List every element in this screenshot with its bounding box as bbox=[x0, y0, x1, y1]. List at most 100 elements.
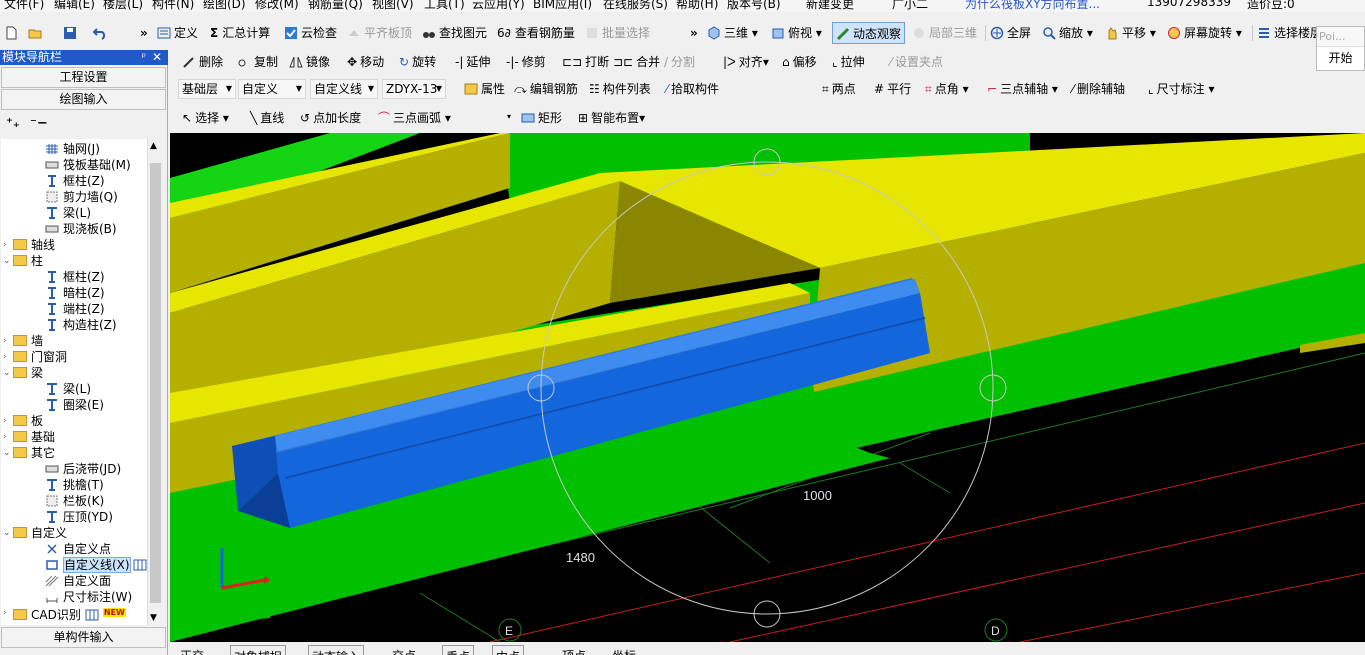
menu-edit[interactable]: 编辑(E) bbox=[54, 0, 95, 12]
ortho-toggle[interactable]: 正交 bbox=[180, 645, 204, 655]
coordinate-toggle[interactable]: 坐标 bbox=[612, 645, 636, 655]
collapse-chevron-icon[interactable]: ⌄ bbox=[3, 525, 11, 541]
component-name-select[interactable]: ZDYX-13 ▼ bbox=[382, 79, 446, 99]
menu-phone[interactable]: 13907298339 bbox=[1147, 0, 1231, 9]
dimension-dropdown[interactable]: ⌞ 尺寸标注 ▾ bbox=[1148, 78, 1214, 100]
expand-chevron-icon[interactable]: › bbox=[3, 429, 7, 445]
tree-item[interactable]: 轴网(J) bbox=[45, 141, 100, 157]
single-component-input-button[interactable]: 单构件输入 bbox=[1, 627, 166, 648]
collapse-chevron-icon[interactable]: ⌄ bbox=[3, 253, 11, 269]
new-file-icon[interactable] bbox=[4, 22, 21, 44]
pin-icon[interactable]: ᵖ bbox=[142, 50, 146, 65]
tree-item[interactable]: › 门窗洞 bbox=[3, 349, 67, 365]
stretch-button[interactable]: ⌞ 拉伸 bbox=[832, 51, 865, 73]
point-angle-dropdown[interactable]: ⌗ 点角 ▾ bbox=[925, 78, 969, 100]
two-point-axis-button[interactable]: ⌗ 两点 bbox=[822, 78, 856, 100]
menu-modify[interactable]: 修改(M) bbox=[255, 0, 299, 12]
expand-chevron-icon[interactable]: › bbox=[3, 333, 7, 349]
collapse-chevron-icon[interactable]: ⌄ bbox=[3, 445, 11, 461]
perpendicular-toggle[interactable]: 垂点 bbox=[442, 645, 475, 655]
expand-chevron-icon[interactable]: › bbox=[3, 413, 7, 429]
menu-new-change[interactable]: 新建变更 bbox=[806, 0, 854, 12]
collapse-chevron-icon[interactable]: ⌄ bbox=[3, 365, 11, 381]
menu-file[interactable]: 文件(F) bbox=[4, 0, 44, 12]
delete-aux-button[interactable]: ⁄ 删除辅轴 bbox=[1072, 78, 1125, 100]
floor-select[interactable]: 基础层 ▼ bbox=[178, 79, 236, 99]
expand-all-icon[interactable]: ⁺₊ bbox=[6, 116, 20, 131]
move-button[interactable]: ✥ 移动 bbox=[347, 51, 384, 73]
tree-item[interactable]: 剪力墙(Q) bbox=[45, 189, 118, 205]
menu-cloud[interactable]: 云应用(Y) bbox=[472, 0, 525, 12]
sum-calc-button[interactable]: Σ 汇总计算 bbox=[210, 22, 270, 44]
point-length-button[interactable]: ↺ 点加长度 bbox=[300, 107, 361, 129]
menu-rebar[interactable]: 钢筋量(Q) bbox=[308, 0, 363, 12]
zoom-dropdown[interactable]: 缩放 ▾ bbox=[1042, 22, 1093, 44]
scroll-thumb[interactable] bbox=[150, 163, 161, 603]
tree-item[interactable]: 现浇板(B) bbox=[45, 221, 117, 237]
define-button[interactable]: 定义 bbox=[157, 22, 198, 44]
expand-chevron-icon[interactable]: › bbox=[3, 349, 7, 365]
expand-chevron-icon[interactable]: › bbox=[3, 237, 7, 253]
arc-option-select[interactable]: ▾ bbox=[462, 108, 514, 128]
popup-start-button[interactable]: 开始 bbox=[1317, 47, 1364, 69]
delete-button[interactable]: 删除 bbox=[182, 51, 223, 73]
midpoint-toggle[interactable]: 中点 bbox=[492, 645, 525, 655]
collapse-all-icon[interactable]: ⁻− bbox=[30, 116, 48, 131]
tree-item[interactable]: 梁(L) bbox=[45, 381, 91, 397]
tree-item[interactable]: 自定义线(X) bbox=[45, 557, 147, 573]
tree-item[interactable]: 后浇带(JD) bbox=[45, 461, 121, 477]
extend-button[interactable]: -| 延伸 bbox=[455, 51, 490, 73]
component-list-button[interactable]: ☷ 构件列表 bbox=[589, 78, 651, 100]
tree-item[interactable]: › 墙 bbox=[3, 333, 43, 349]
dynamic-view-button[interactable]: 动态观察 bbox=[832, 22, 906, 44]
edit-rebar-button[interactable]: ⤼ 编辑钢筋 bbox=[514, 78, 578, 100]
tree-item[interactable]: 筏板基础(M) bbox=[45, 157, 131, 173]
tree-item[interactable]: 栏板(K) bbox=[45, 493, 104, 509]
scroll-up-icon[interactable]: ▲ bbox=[150, 141, 157, 151]
tree-item[interactable]: 暗柱(Z) bbox=[45, 285, 105, 301]
snap-toggle[interactable]: 对象捕捉 bbox=[230, 645, 287, 655]
tree-item[interactable]: 框柱(Z) bbox=[45, 269, 105, 285]
expand-chevron-icon[interactable]: › bbox=[3, 605, 7, 621]
tree-item[interactable]: 圈梁(E) bbox=[45, 397, 104, 413]
dynamic-input-toggle[interactable]: 动态输入 bbox=[308, 645, 365, 655]
merge-button[interactable]: ⊐⊏ 合并 bbox=[613, 51, 660, 73]
tree-item[interactable]: 梁(L) bbox=[45, 205, 91, 221]
overflow-chevron-icon-2[interactable]: » bbox=[690, 22, 698, 44]
three-d-dropdown[interactable]: 三维 ▾ bbox=[707, 22, 758, 44]
select-floor-button[interactable]: 选择楼层 bbox=[1257, 22, 1322, 44]
attribute-button[interactable]: 属性 bbox=[464, 78, 505, 100]
scroll-down-icon[interactable]: ▼ bbox=[150, 613, 157, 623]
save-icon[interactable] bbox=[63, 22, 80, 44]
smart-layout-dropdown[interactable]: ⊞ 智能布置▾ bbox=[578, 107, 645, 129]
tree-item[interactable]: › 基础 bbox=[3, 429, 55, 445]
tree-item[interactable]: 挑檐(T) bbox=[45, 477, 104, 493]
find-element-button[interactable]: 查找图元 bbox=[422, 22, 487, 44]
3d-viewport[interactable]: 1000 1480 E D bbox=[170, 133, 1365, 642]
menu-version[interactable]: 版本号(B) bbox=[727, 0, 781, 12]
rotate-screen-dropdown[interactable]: 屏幕旋转 ▾ bbox=[1167, 22, 1242, 44]
menu-question-link[interactable]: 为什么筏板XY方向布置... bbox=[965, 0, 1100, 12]
tree-item[interactable]: ⌄ 其它 bbox=[3, 445, 55, 461]
select-dropdown[interactable]: ↖ 选择 ▾ bbox=[182, 107, 229, 129]
table-grid-icon[interactable] bbox=[131, 558, 147, 572]
copy-button[interactable]: 复制 bbox=[237, 51, 278, 73]
tree-scrollbar[interactable]: ▲ ▼ bbox=[147, 139, 162, 625]
tree-item[interactable]: › CAD识别 NEW bbox=[3, 605, 126, 622]
vertex-toggle[interactable]: 顶点 bbox=[562, 645, 586, 655]
intersection-toggle[interactable]: 交点 bbox=[392, 645, 416, 655]
cloud-check-button[interactable]: 云检查 bbox=[284, 22, 337, 44]
tree-item[interactable]: ⌄ 柱 bbox=[3, 253, 43, 269]
overflow-chevron-icon[interactable]: » bbox=[140, 22, 148, 44]
rotate-button[interactable]: ↻ 旋转 bbox=[399, 51, 436, 73]
type-select[interactable]: 自定义线 ▼ bbox=[310, 79, 378, 99]
mirror-button[interactable]: 镜像 bbox=[289, 51, 330, 73]
pick-component-button[interactable]: ⁄ 拾取构件 bbox=[666, 78, 719, 100]
tree-item[interactable]: ⌄ 自定义 bbox=[3, 525, 67, 541]
tree-item[interactable]: 构造柱(Z) bbox=[45, 317, 117, 333]
rectangle-button[interactable]: 矩形 bbox=[521, 107, 562, 129]
menu-component[interactable]: 构件(N) bbox=[152, 0, 194, 12]
menu-floor[interactable]: 楼层(L) bbox=[103, 0, 143, 12]
drawing-input-button[interactable]: 绘图输入 bbox=[1, 89, 166, 110]
menu-help[interactable]: 帮助(H) bbox=[676, 0, 718, 12]
